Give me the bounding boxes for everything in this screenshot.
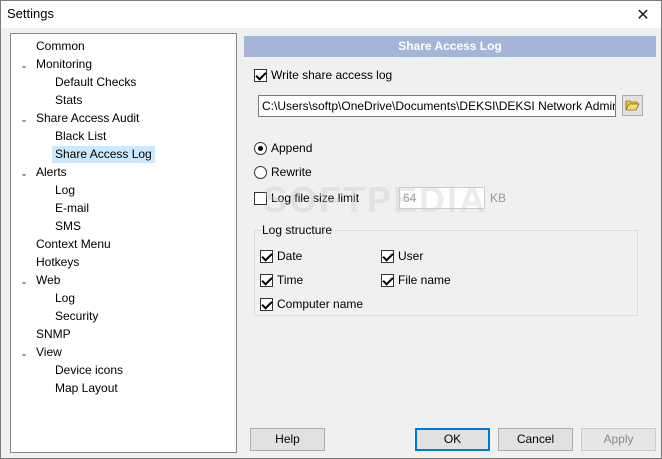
tree-item[interactable]: Black List: [55, 128, 106, 145]
ok-button[interactable]: OK: [415, 428, 490, 451]
log-structure-title: Log structure: [261, 223, 334, 237]
tree-item[interactable]: Context Menu: [36, 236, 111, 253]
tree-item[interactable]: SMS: [55, 218, 81, 235]
size-limit-label: Log file size limit: [271, 191, 360, 205]
radio-button[interactable]: [254, 165, 267, 179]
log-path-input[interactable]: C:\Users\softp\OneDrive\Documents\DEKSI\…: [258, 95, 616, 117]
chevron-down-icon[interactable]: ⌄: [19, 60, 29, 70]
write-log-label: Write share access log: [271, 68, 393, 82]
checkbox-box[interactable]: [254, 191, 267, 205]
file-name-checkbox[interactable]: File name: [381, 272, 451, 288]
checkbox-box[interactable]: [254, 68, 267, 82]
file-name-label: File name: [398, 273, 451, 287]
window-title: Settings: [7, 6, 54, 21]
checkbox-box[interactable]: [260, 297, 273, 311]
tree-item[interactable]: SNMP: [36, 326, 71, 343]
time-checkbox[interactable]: Time: [260, 272, 303, 288]
append-radio[interactable]: Append: [254, 140, 312, 156]
browse-button[interactable]: [622, 95, 643, 116]
user-label: User: [398, 249, 424, 263]
tree-item[interactable]: Security: [55, 308, 98, 325]
radio-button[interactable]: [254, 141, 267, 155]
checkbox-box[interactable]: [260, 273, 273, 287]
append-label: Append: [271, 141, 313, 155]
write-log-checkbox[interactable]: Write share access log: [254, 67, 392, 83]
chevron-down-icon[interactable]: ⌄: [19, 348, 29, 358]
cancel-button[interactable]: Cancel: [498, 428, 573, 451]
tree-item[interactable]: Log: [55, 290, 75, 307]
title-bar: Settings ✕: [1, 1, 661, 28]
tree-item[interactable]: Log: [55, 182, 75, 199]
settings-tree[interactable]: Common ⌄ Monitoring Default Checks Stats ⌄ Sha…: [10, 33, 237, 453]
tree-item[interactable]: View: [36, 344, 62, 361]
time-label: Time: [277, 273, 304, 287]
tree-item[interactable]: Monitoring: [36, 56, 92, 73]
date-label: Date: [277, 249, 303, 263]
tree-item[interactable]: Hotkeys: [36, 254, 79, 271]
chevron-down-icon[interactable]: ⌄: [19, 114, 29, 124]
tree-item[interactable]: Share Access Audit: [36, 110, 139, 127]
computer-name-checkbox[interactable]: Computer name: [260, 296, 363, 312]
size-limit-input[interactable]: 64: [399, 187, 485, 209]
checkbox-box[interactable]: [381, 249, 394, 263]
tree-item[interactable]: Device icons: [55, 362, 123, 379]
close-icon: ✕: [636, 6, 650, 24]
checkbox-box[interactable]: [381, 273, 394, 287]
tree-item[interactable]: Map Layout: [55, 380, 118, 397]
rewrite-label: Rewrite: [271, 165, 312, 179]
user-checkbox[interactable]: User: [381, 248, 423, 264]
chevron-down-icon[interactable]: ⌄: [19, 168, 29, 178]
computer-name-label: Computer name: [277, 297, 364, 311]
tree-item[interactable]: Alerts: [36, 164, 67, 181]
folder-open-icon: [625, 100, 640, 111]
size-limit-checkbox[interactable]: Log file size limit: [254, 190, 359, 206]
chevron-down-icon[interactable]: ⌄: [19, 276, 29, 286]
size-unit-label: KB: [490, 191, 507, 205]
close-button[interactable]: ✕: [625, 1, 661, 28]
apply-button[interactable]: Apply: [581, 428, 656, 451]
checkbox-box[interactable]: [260, 249, 273, 263]
tree-item[interactable]: Share Access Log: [52, 146, 155, 163]
tree-item[interactable]: Stats: [55, 92, 82, 109]
rewrite-radio[interactable]: Rewrite: [254, 164, 312, 180]
date-checkbox[interactable]: Date: [260, 248, 302, 264]
help-button[interactable]: Help: [250, 428, 325, 451]
tree-item[interactable]: Common: [36, 38, 85, 55]
tree-item[interactable]: Web: [36, 272, 60, 289]
settings-window: Settings ✕ Common ⌄ Monitoring Default Chec…: [0, 0, 662, 459]
tree-item[interactable]: Default Checks: [55, 74, 136, 91]
section-header: Share Access Log: [244, 36, 656, 57]
tree-item[interactable]: E-mail: [55, 200, 89, 217]
